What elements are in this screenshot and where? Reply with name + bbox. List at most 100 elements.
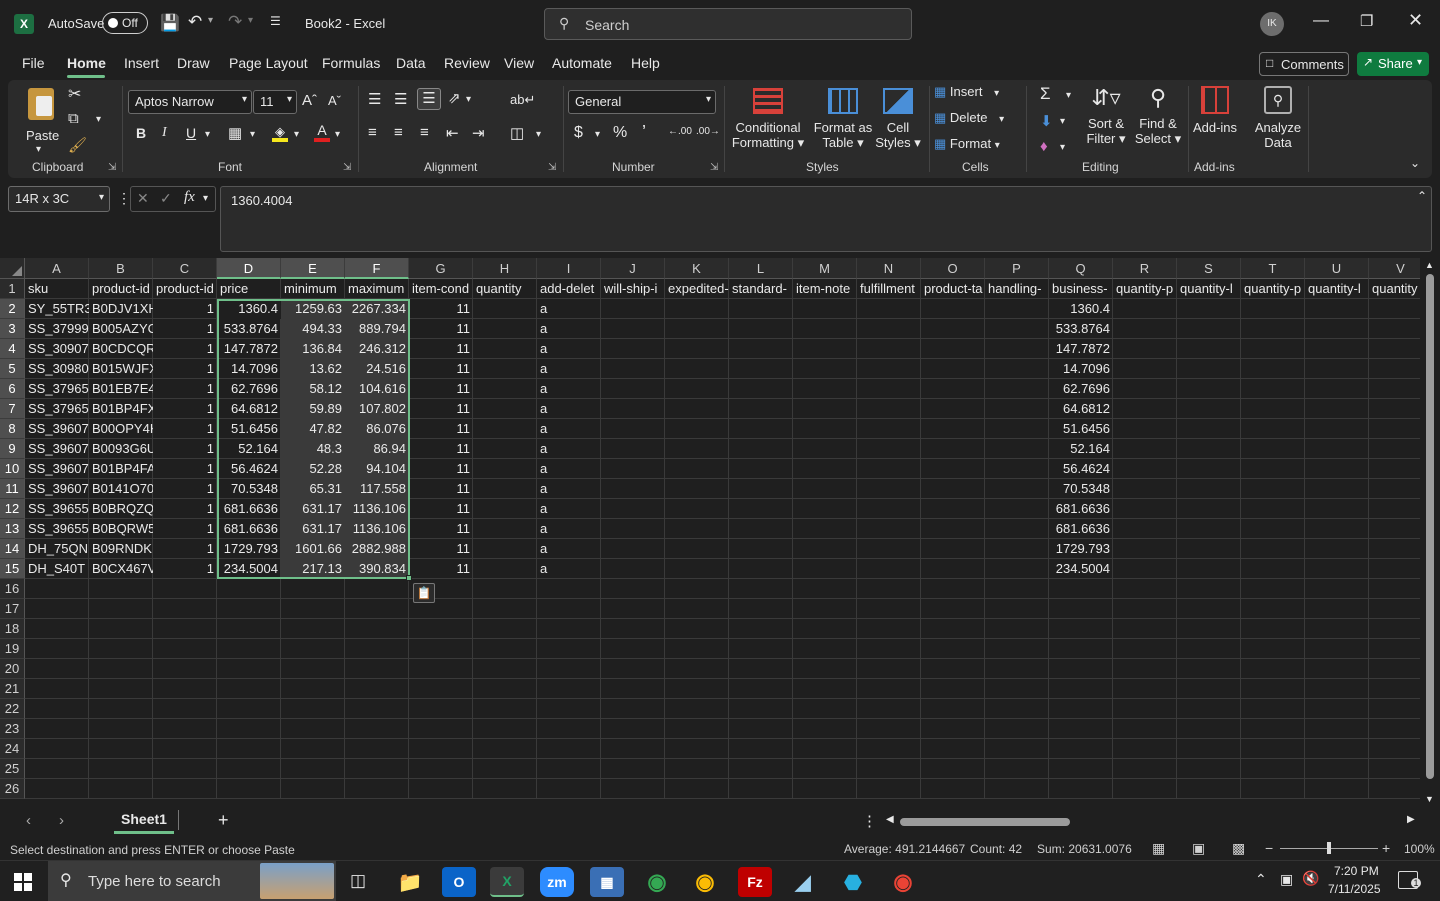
data-cell-sku[interactable]: SS_396556 — [25, 519, 89, 539]
data-cell-cond[interactable]: 11 — [409, 439, 473, 459]
data-cell-sku[interactable]: SS_309072 — [25, 339, 89, 359]
tab-home[interactable]: Home — [67, 55, 106, 71]
row-header-10[interactable]: 10 — [0, 459, 25, 479]
bold-button[interactable]: B — [136, 125, 146, 141]
col-header-f[interactable]: F — [345, 258, 409, 279]
data-cell-sku[interactable]: SS_379656 — [25, 379, 89, 399]
fill-handle[interactable] — [406, 575, 412, 581]
grid-cell[interactable] — [729, 539, 793, 559]
share-button[interactable]: ↗ Share ▾ — [1357, 52, 1429, 76]
grid-cell[interactable] — [665, 559, 729, 579]
insert-cells-button[interactable]: ▦ Insert ▾ — [934, 84, 1018, 106]
grid-cell[interactable] — [601, 559, 665, 579]
data-cell-pidtype[interactable]: 1 — [153, 299, 217, 319]
grid-cell[interactable] — [985, 479, 1049, 499]
row-header-16[interactable]: 16 — [0, 579, 25, 599]
data-cell-biz[interactable]: 147.7872 — [1049, 339, 1113, 359]
grid-cell[interactable] — [1241, 719, 1305, 739]
data-cell-cond[interactable]: 11 — [409, 339, 473, 359]
grid-cell[interactable] — [281, 719, 345, 739]
insert-function-icon[interactable]: fx — [184, 189, 195, 206]
file-explorer-icon[interactable]: 📁 — [393, 867, 427, 897]
data-cell-add[interactable]: a — [537, 379, 601, 399]
grid-cell[interactable] — [857, 779, 921, 799]
grid-cell[interactable] — [601, 659, 665, 679]
grid-cell[interactable] — [1241, 679, 1305, 699]
grid-cell[interactable] — [153, 779, 217, 799]
grid-cell[interactable] — [985, 359, 1049, 379]
zoom-out-icon[interactable]: − — [1265, 840, 1273, 856]
grid-cell[interactable] — [1305, 359, 1369, 379]
data-cell-pidtype[interactable]: 1 — [153, 399, 217, 419]
data-cell-cond[interactable]: 11 — [409, 479, 473, 499]
format-painter-icon[interactable]: 🖌 — [68, 136, 87, 154]
addins-button[interactable]: Add-ins — [1192, 84, 1238, 154]
col-header-n[interactable]: N — [857, 258, 921, 279]
grid-cell[interactable] — [921, 759, 985, 779]
grid-cell[interactable] — [1049, 719, 1113, 739]
data-cell-biz[interactable]: 70.5348 — [1049, 479, 1113, 499]
grid-cell[interactable] — [793, 519, 857, 539]
data-cell-sku[interactable]: SS_396072 — [25, 419, 89, 439]
grid-cell[interactable] — [217, 679, 281, 699]
grid-cell[interactable] — [857, 419, 921, 439]
grid-cell[interactable] — [921, 599, 985, 619]
grid-cell[interactable] — [601, 359, 665, 379]
formula-input[interactable]: 1360.4004 ⌃ — [220, 186, 1432, 252]
header-cell[interactable]: sku — [25, 279, 89, 299]
tab-draw[interactable]: Draw — [177, 55, 210, 71]
grid-cell[interactable] — [281, 779, 345, 799]
grid-cell[interactable] — [537, 779, 601, 799]
grid-cell[interactable] — [665, 619, 729, 639]
underline-dropdown-icon[interactable]: ▾ — [205, 129, 210, 140]
grid-cell[interactable] — [473, 619, 537, 639]
grid-cell[interactable] — [1177, 379, 1241, 399]
grid-cell[interactable] — [601, 699, 665, 719]
header-cell[interactable]: product-ta — [921, 279, 985, 299]
col-header-k[interactable]: K — [665, 258, 729, 279]
grid-cell[interactable] — [665, 579, 729, 599]
data-cell-pidtype[interactable]: 1 — [153, 499, 217, 519]
grid-cell[interactable] — [89, 739, 153, 759]
tab-page-layout[interactable]: Page Layout — [229, 55, 308, 71]
grid-cell[interactable] — [153, 699, 217, 719]
data-cell-pidtype[interactable]: 1 — [153, 539, 217, 559]
row-header-8[interactable]: 8 — [0, 419, 25, 439]
row-header-1[interactable]: 1 — [0, 279, 25, 299]
grid-cell[interactable] — [409, 659, 473, 679]
grid-cell[interactable] — [25, 719, 89, 739]
grid-cell[interactable] — [793, 699, 857, 719]
grid-cell[interactable] — [1177, 619, 1241, 639]
grid-cell[interactable] — [921, 339, 985, 359]
grid-cell[interactable] — [25, 579, 89, 599]
grid-cell[interactable] — [729, 359, 793, 379]
data-cell-pidtype[interactable]: 1 — [153, 319, 217, 339]
grid-cell[interactable] — [985, 439, 1049, 459]
data-cell-add[interactable]: a — [537, 339, 601, 359]
grid-cell[interactable] — [1113, 479, 1177, 499]
grid-cell[interactable] — [601, 579, 665, 599]
grid-cell[interactable] — [409, 699, 473, 719]
scroll-left-icon[interactable]: ◀ — [886, 814, 894, 825]
grid-cell[interactable] — [1113, 499, 1177, 519]
grid-cell[interactable] — [281, 759, 345, 779]
italic-button[interactable]: I — [162, 125, 167, 141]
grid-cell[interactable] — [1305, 499, 1369, 519]
grid-cell[interactable] — [857, 619, 921, 639]
grid-cell[interactable] — [1113, 559, 1177, 579]
percent-icon[interactable]: % — [613, 124, 627, 142]
delete-cells-button[interactable]: ▦ Delete ▾ — [934, 110, 1022, 132]
grid-cell[interactable] — [1177, 739, 1241, 759]
grid-cell[interactable] — [537, 699, 601, 719]
next-sheet-icon[interactable]: › — [59, 812, 64, 829]
grid-cell[interactable] — [793, 539, 857, 559]
grid-cell[interactable] — [1177, 419, 1241, 439]
grid-cell[interactable] — [601, 759, 665, 779]
grid-cell[interactable] — [25, 739, 89, 759]
grid-cell[interactable] — [1241, 299, 1305, 319]
grid-cell[interactable] — [1305, 379, 1369, 399]
grid-cell[interactable] — [153, 659, 217, 679]
grid-cell[interactable] — [1177, 479, 1241, 499]
row-header-19[interactable]: 19 — [0, 639, 25, 659]
data-cell-pidtype[interactable]: 1 — [153, 479, 217, 499]
